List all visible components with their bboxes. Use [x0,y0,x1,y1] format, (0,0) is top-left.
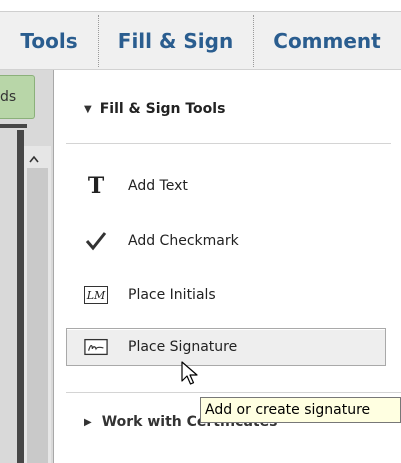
left-column: ds [0,70,53,463]
place-initials-label: Place Initials [128,287,216,303]
place-initials-button[interactable]: LM Place Initials [66,276,386,314]
tooltip-text: Add or create signature [205,402,371,418]
divider [66,143,391,144]
fill-sign-tools-header[interactable]: ▼ Fill & Sign Tools [84,101,225,117]
add-text-label: Add Text [128,178,188,194]
left-green-button-label: ds [0,89,17,105]
left-green-button[interactable]: ds [0,75,35,119]
initials-icon: LM [84,283,108,307]
checkmark-icon [84,229,108,253]
tab-comment[interactable]: Comment [253,12,401,70]
tooltip: Add or create signature [200,397,401,423]
left-dark-strip [17,130,24,463]
tab-bar: Tools Fill & Sign Comment [0,12,401,70]
tab-tools[interactable]: Tools [0,12,98,70]
scroll-up-arrow-icon[interactable] [29,152,39,166]
tab-fill-and-sign[interactable]: Fill & Sign [98,12,253,70]
signature-icon [84,335,108,359]
expand-triangle-icon: ▶ [84,416,92,428]
scrollbar-thumb[interactable] [27,168,48,463]
place-signature-label: Place Signature [128,339,238,355]
add-checkmark-button[interactable]: Add Checkmark [66,222,386,260]
window-top-border [0,0,401,12]
collapse-triangle-icon: ▼ [84,103,92,115]
left-dark-bar [0,124,27,128]
text-t-icon: T [87,173,105,199]
add-text-button[interactable]: T Add Text [66,167,386,205]
place-signature-button[interactable]: Place Signature [66,328,386,366]
divider [66,392,401,393]
add-checkmark-label: Add Checkmark [128,233,239,249]
section-title: Fill & Sign Tools [99,101,226,117]
mouse-cursor-icon [181,361,198,385]
